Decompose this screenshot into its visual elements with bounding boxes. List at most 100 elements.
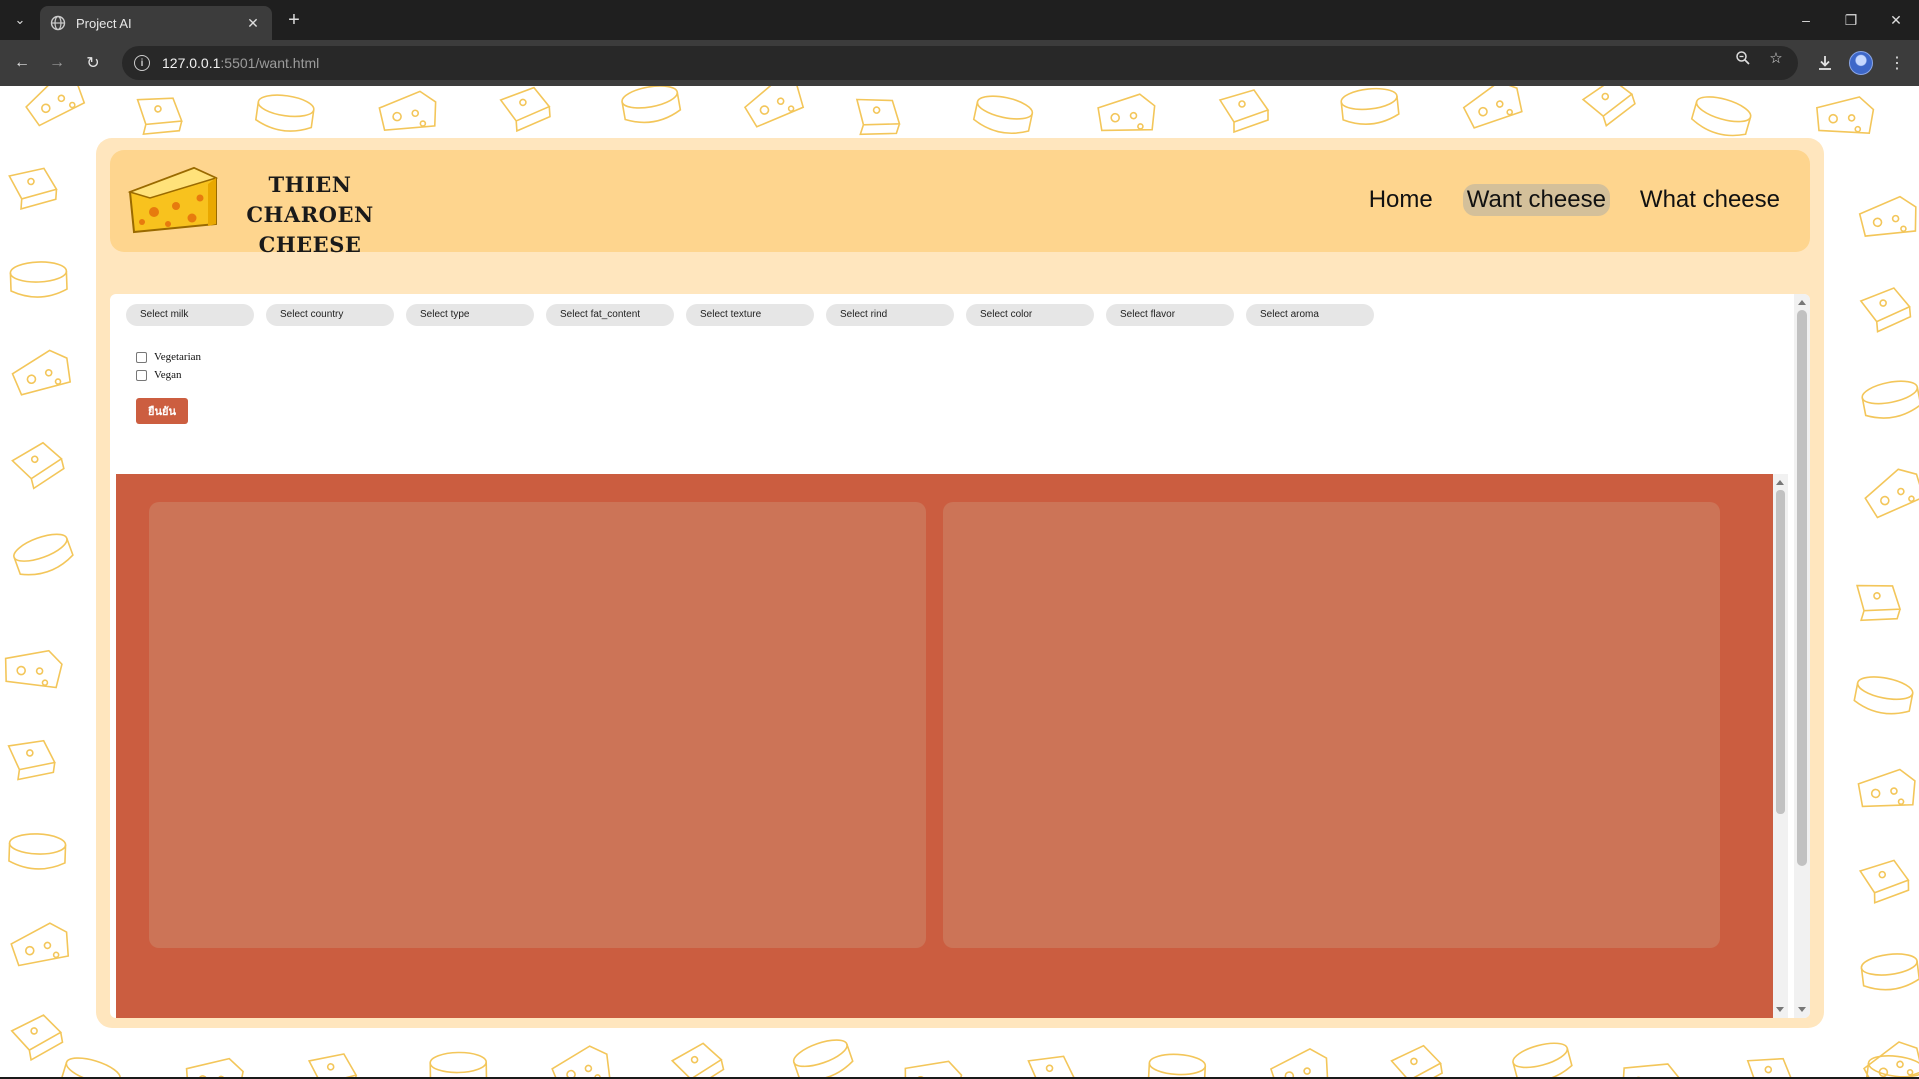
filter-bar: Select milk Select country Select type S… (126, 304, 1374, 326)
cheese-doodle-icon (1269, 1047, 1329, 1079)
cheese-doodle-icon (621, 86, 682, 124)
vegetarian-option[interactable]: Vegetarian (136, 348, 201, 366)
brand-line-2: CHEESE (258, 232, 362, 257)
vegan-option[interactable]: Vegan (136, 366, 201, 384)
cheese-doodle-icon (4, 649, 63, 689)
confirm-button[interactable]: ยืนยัน (136, 398, 188, 424)
cheese-doodle-icon (60, 1057, 122, 1079)
profile-avatar[interactable] (1849, 51, 1873, 75)
info-icon[interactable]: i (134, 55, 150, 71)
reload-icon[interactable]: ↻ (80, 50, 106, 76)
address-bar[interactable]: i 127.0.0.1:5501/want.html (122, 46, 1798, 80)
vegan-label: Vegan (154, 369, 182, 381)
scroll-up-icon[interactable] (1798, 300, 1806, 305)
select-milk[interactable]: Select milk (126, 304, 254, 326)
result-card[interactable] (943, 502, 1720, 948)
cheese-logo-icon[interactable] (124, 162, 220, 236)
cheese-doodle-icon (25, 86, 86, 127)
cheese-doodle-icon (792, 1039, 854, 1079)
cheese-doodle-icon (378, 90, 437, 132)
cheese-doodle-icon (1858, 859, 1910, 904)
cheese-doodle-icon (1861, 380, 1919, 419)
nav-what-cheese[interactable]: What cheese (1636, 184, 1784, 216)
zoom-icon[interactable] (1733, 48, 1753, 68)
result-card[interactable] (149, 502, 926, 948)
window-close-icon[interactable]: ✕ (1881, 6, 1911, 34)
cheese-doodle-icon (1856, 584, 1902, 622)
forward-icon[interactable]: → (44, 50, 70, 76)
scroll-down-icon[interactable] (1776, 1007, 1784, 1012)
plus-icon[interactable]: + (282, 8, 306, 32)
close-icon[interactable]: ✕ (244, 14, 262, 32)
vegetarian-checkbox[interactable] (136, 351, 147, 363)
cheese-doodle-icon (429, 1051, 488, 1079)
cheese-doodle-icon (254, 94, 315, 132)
cheese-doodle-icon (1621, 1063, 1681, 1079)
menu-icon[interactable]: ⋮ (1884, 50, 1910, 76)
site-header: THIEN CHAROEN CHEESE Home Want cheese Wh… (110, 150, 1810, 257)
cheese-doodle-icon (13, 533, 74, 576)
url-host: 127.0.0.1 (162, 55, 221, 71)
browser-tab-bar: ⌄ Project AI ✕ + – ❐ ✕ (0, 0, 1919, 40)
cheese-doodle-icon (499, 86, 551, 133)
frame-scrollbar[interactable] (1794, 294, 1810, 1018)
diet-checkboxes: Vegetarian Vegan (136, 348, 201, 384)
cheese-doodle-icon (11, 441, 65, 490)
cheese-doodle-icon (136, 97, 183, 136)
cheese-doodle-icon (1027, 1055, 1076, 1079)
select-country[interactable]: Select country (266, 304, 394, 326)
back-icon[interactable]: ← (9, 50, 35, 76)
cheese-doodle-icon (855, 98, 901, 136)
select-fat-content[interactable]: Select fat_content (546, 304, 674, 326)
browser-tab[interactable]: Project AI ✕ (40, 6, 272, 40)
cheese-doodle-icon (1859, 287, 1912, 333)
globe-icon (50, 15, 66, 31)
download-icon[interactable] (1812, 50, 1838, 76)
frame-scroll-thumb[interactable] (1797, 310, 1807, 866)
brand-name: THIEN CHAROEN CHEESE (220, 170, 400, 260)
web-page: THIEN CHAROEN CHEESE Home Want cheese Wh… (0, 86, 1919, 1079)
cheese-doodle-icon (551, 1045, 611, 1079)
select-type[interactable]: Select type (406, 304, 534, 326)
minimize-icon[interactable]: – (1791, 6, 1821, 34)
results-scroll-thumb[interactable] (1776, 490, 1785, 814)
select-texture[interactable]: Select texture (686, 304, 814, 326)
cheese-doodle-icon (1581, 86, 1636, 127)
cheese-doodle-icon (972, 95, 1034, 135)
tab-title: Project AI (76, 15, 132, 31)
cheese-doodle-icon (1858, 195, 1917, 237)
select-color[interactable]: Select color (966, 304, 1094, 326)
cheese-doodle-icon (1864, 468, 1919, 519)
cheese-doodle-icon (1853, 676, 1914, 715)
cheese-doodle-icon (11, 349, 72, 396)
restore-icon[interactable]: ❐ (1836, 6, 1866, 34)
cheese-doodle-icon (1218, 89, 1270, 134)
nav-want-cheese[interactable]: Want cheese (1462, 184, 1610, 216)
cheese-doodle-icon (1340, 87, 1400, 125)
nav-home[interactable]: Home (1365, 184, 1437, 216)
cheese-doodle-icon (670, 1042, 725, 1079)
browser-toolbar: ← → ↻ i 127.0.0.1:5501/want.html ☆ ⋮ (0, 40, 1919, 86)
scroll-down-icon[interactable] (1798, 1007, 1806, 1012)
cheese-doodle-icon (307, 1053, 358, 1079)
cheese-doodle-icon (1816, 96, 1875, 135)
scroll-up-icon[interactable] (1776, 480, 1784, 485)
cheese-doodle-icon (1097, 93, 1156, 132)
cheese-doodle-icon (1746, 1057, 1794, 1079)
results-scrollbar[interactable] (1773, 474, 1788, 1018)
cheese-doodle-icon (185, 1057, 244, 1079)
cheese-doodle-icon (9, 261, 68, 298)
cheese-doodle-icon (1147, 1053, 1207, 1079)
star-icon[interactable]: ☆ (1766, 48, 1786, 68)
select-aroma[interactable]: Select aroma (1246, 304, 1374, 326)
cheese-doodle-icon (1860, 953, 1919, 991)
tab-list-icon[interactable]: ⌄ (8, 8, 32, 32)
results-panel[interactable] (116, 474, 1773, 1018)
cheese-doodle-icon (10, 922, 70, 967)
select-rind[interactable]: Select rind (826, 304, 954, 326)
brand-line-1: THIEN CHAROEN (246, 172, 374, 227)
main-card: THIEN CHAROEN CHEESE Home Want cheese Wh… (96, 138, 1824, 1028)
cheese-doodle-icon (10, 1014, 64, 1062)
vegan-checkbox[interactable] (136, 369, 147, 381)
select-flavor[interactable]: Select flavor (1106, 304, 1234, 326)
